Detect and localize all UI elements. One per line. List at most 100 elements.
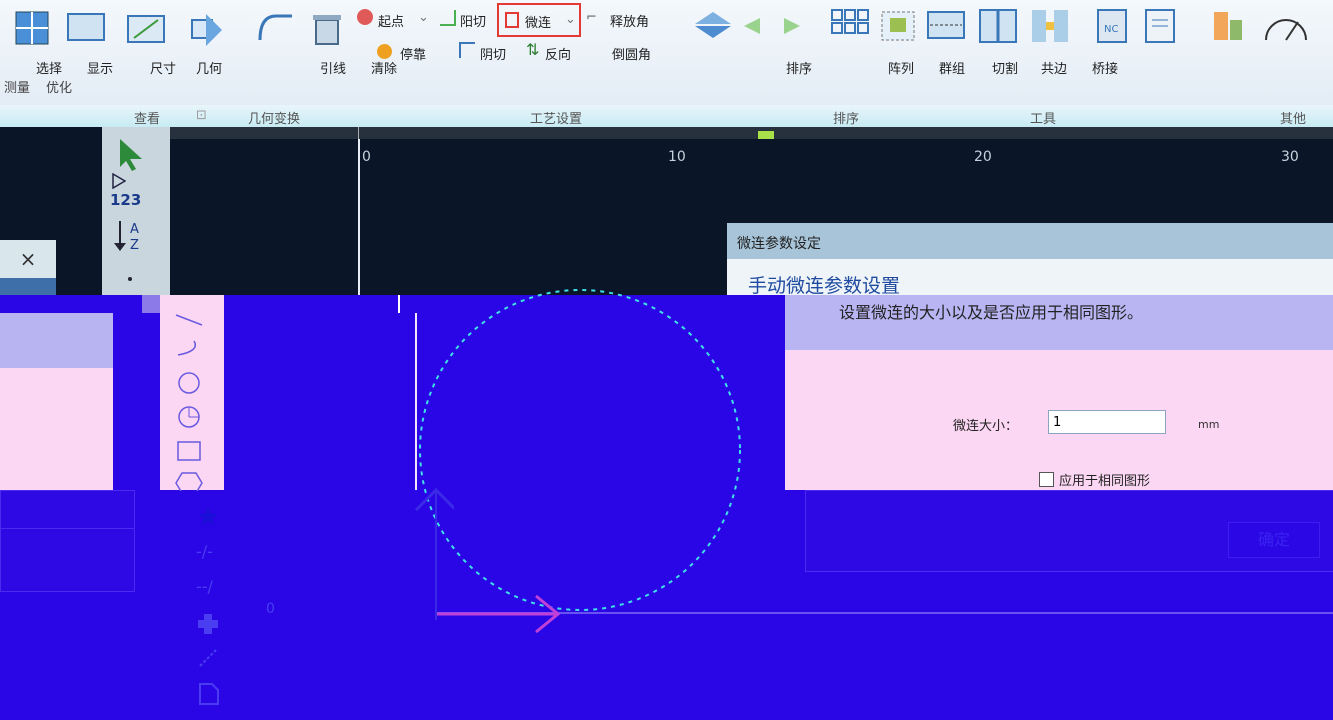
document-icon[interactable]: [1142, 8, 1178, 44]
left-strip: [113, 295, 160, 490]
display-button[interactable]: 显示: [87, 58, 113, 77]
ruler-label-20: 20: [974, 149, 992, 165]
geometry-transform-icon[interactable]: [186, 10, 226, 46]
svg-text:NC: NC: [1104, 24, 1118, 35]
apply-same-checkbox[interactable]: [1039, 472, 1054, 487]
page-icon[interactable]: [196, 682, 220, 706]
x-axis-arrow-icon: [436, 594, 561, 634]
gauge-icon[interactable]: [1260, 8, 1310, 44]
array-button[interactable]: 阵列: [888, 58, 914, 77]
array-icon[interactable]: [830, 8, 870, 44]
common-edge-icon[interactable]: [978, 8, 1018, 44]
bridge-button[interactable]: 桥接: [1092, 58, 1118, 77]
start-point-button[interactable]: 起点: [378, 11, 404, 30]
reverse-icon: ⇅: [526, 40, 540, 59]
micro-joint-icon: [505, 12, 519, 28]
select-button[interactable]: 选择: [36, 58, 62, 77]
lead-line-icon[interactable]: [256, 10, 296, 46]
dialog-titlebar[interactable]: 微连参数设定: [727, 223, 1333, 259]
release-corner-button[interactable]: 释放角: [610, 11, 649, 30]
break-line-icon[interactable]: -/-: [196, 542, 213, 561]
svg-text:A: A: [130, 222, 139, 237]
expand-icon[interactable]: ⊡: [196, 108, 207, 123]
sequence-number-label[interactable]: 123: [110, 191, 141, 209]
sequence-icon: [112, 173, 126, 189]
release-corner-icon: ⌐: [586, 10, 597, 25]
ok-button[interactable]: 确定: [1228, 522, 1320, 558]
common-edge-button[interactable]: 共边: [1041, 58, 1067, 77]
magic-wand-icon[interactable]: [196, 646, 220, 670]
svg-text:Z: Z: [130, 238, 139, 253]
left-panel-body: [0, 368, 113, 490]
park-button[interactable]: 停靠: [400, 44, 426, 63]
clear-button[interactable]: 清除: [371, 58, 397, 77]
y-axis-arrow-icon: [414, 487, 454, 620]
dialog-title: 微连参数设定: [737, 236, 821, 252]
reverse-button[interactable]: 反向: [545, 44, 571, 63]
top-ruler: [170, 127, 1333, 139]
polygon-icon[interactable]: [174, 471, 204, 491]
sort-arrows-icon[interactable]: [742, 16, 802, 36]
ruler-marker: [758, 131, 774, 139]
start-point-icon: [357, 9, 373, 25]
optimize-button[interactable]: 优化: [46, 77, 72, 96]
dimension-button[interactable]: 尺寸: [150, 58, 176, 77]
group-icon[interactable]: [878, 8, 918, 44]
rectangle-icon[interactable]: [174, 439, 204, 463]
canvas-origin-label: 0: [266, 601, 275, 617]
draw-toolbar: [160, 295, 224, 491]
size-input[interactable]: [1048, 410, 1166, 434]
star-icon[interactable]: [196, 505, 220, 527]
dot-icon[interactable]: [128, 277, 132, 281]
extend-line-icon[interactable]: --/: [196, 577, 213, 596]
grid-layout-icon[interactable]: [14, 10, 50, 46]
bridge-icon[interactable]: [1030, 8, 1070, 44]
chevron-down-icon[interactable]: ⌄: [418, 10, 429, 25]
arc-icon[interactable]: [174, 405, 204, 429]
cut-icon[interactable]: [926, 8, 966, 44]
sort-button[interactable]: 排序: [786, 58, 812, 77]
y-axis-line-lower: [398, 295, 400, 313]
dialog-description-area: 设置微连的大小以及是否应用于相同图形。: [785, 295, 1333, 350]
dashed-circle-shape[interactable]: [410, 270, 760, 630]
unit-label: mm: [1198, 418, 1220, 431]
cross-icon[interactable]: [196, 612, 220, 636]
circle-icon[interactable]: [174, 371, 204, 395]
inner-cut-icon: [459, 42, 475, 58]
geometry-button[interactable]: 几何: [196, 58, 222, 77]
report-icon[interactable]: [1210, 8, 1246, 44]
x-axis-line: [436, 612, 1333, 614]
monitor-icon[interactable]: [66, 10, 106, 46]
park-icon: [377, 44, 392, 59]
micro-joint-label: 微连: [525, 16, 552, 31]
dimension-icon[interactable]: [126, 10, 166, 46]
polyline-icon[interactable]: [174, 337, 204, 359]
micro-joint-button[interactable]: 微连 ⌄: [497, 3, 581, 37]
trash-icon[interactable]: [310, 10, 344, 46]
cut-button[interactable]: 切割: [992, 58, 1018, 77]
ruler-tick: [358, 127, 359, 139]
outer-cut-icon: [440, 10, 456, 26]
fillet-button[interactable]: 倒圆角: [612, 44, 651, 63]
apply-same-label: 应用于相同图形: [1059, 474, 1151, 489]
group-process-settings: 工艺设置: [530, 112, 583, 127]
inner-cut-button[interactable]: 阴切: [480, 44, 506, 63]
ruler-label-0: 0: [362, 149, 371, 165]
pane-strip: [0, 278, 56, 295]
sort-az-icon[interactable]: AZ: [112, 217, 146, 255]
line-icon[interactable]: [174, 313, 204, 327]
dialog-heading: 手动微连参数设置: [748, 275, 901, 297]
sort-icon[interactable]: [693, 10, 733, 40]
nc-file-icon[interactable]: NC: [1094, 8, 1130, 44]
y-axis-line: [358, 139, 360, 295]
group-geometry-transform: 几何变换: [248, 112, 301, 127]
group-sort: 排序: [833, 112, 860, 127]
lead-line-button[interactable]: 引线: [320, 58, 346, 77]
measure-button[interactable]: 测量: [4, 77, 30, 96]
outer-cut-button[interactable]: 阳切: [460, 11, 486, 30]
group-button[interactable]: 群组: [939, 58, 965, 77]
group-tools: 工具: [1030, 112, 1057, 127]
close-pane-button[interactable]: ×: [0, 240, 56, 278]
size-label: 微连大小：: [953, 419, 1019, 434]
select-arrow-icon[interactable]: [112, 135, 148, 171]
